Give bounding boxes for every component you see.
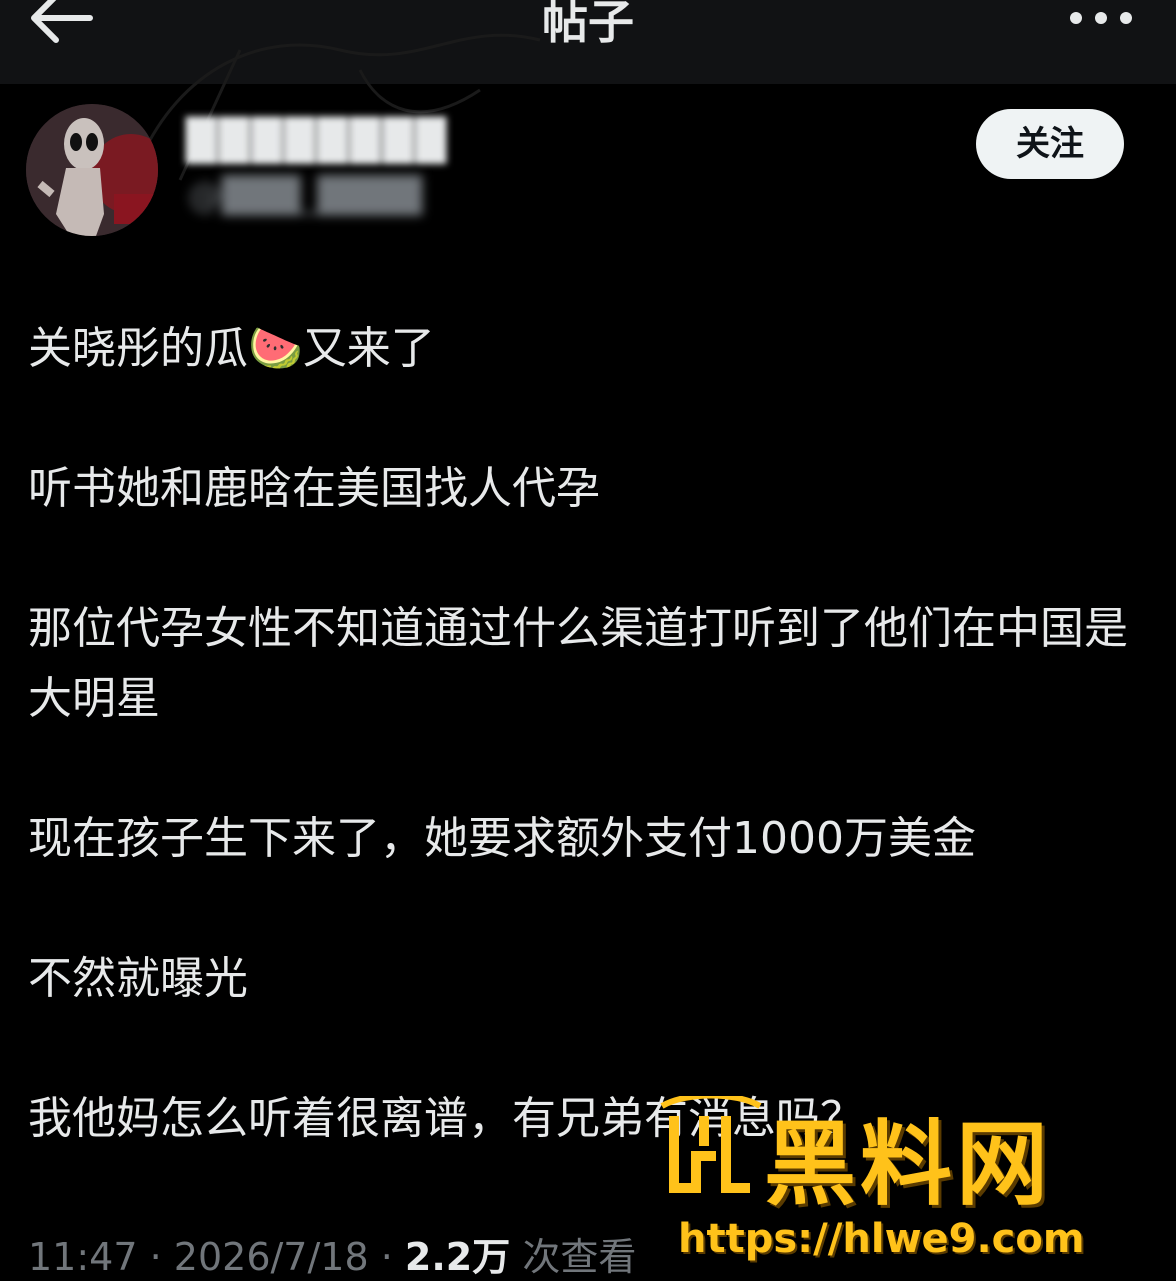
post-body: 关晓彤的瓜🍉又来了 听书她和鹿晗在美国找人代孕 那位代孕女性不知道通过什么渠道打…	[28, 314, 1158, 1224]
post-date: 2026/7/18	[173, 1235, 369, 1279]
meta-separator: ·	[380, 1235, 393, 1279]
views-label: 次查看	[522, 1235, 637, 1279]
post-time: 11:47	[28, 1235, 138, 1279]
views-count[interactable]: 2.2万	[405, 1235, 510, 1279]
avatar[interactable]	[26, 104, 158, 236]
post-paragraph: 听书她和鹿晗在美国找人代孕	[28, 463, 600, 514]
more-options-icon[interactable]	[1066, 4, 1136, 34]
avatar-image	[26, 104, 158, 236]
watermark: 黑料网 https://hlwe9.com	[656, 1096, 1156, 1280]
post-paragraph: 关晓彤的瓜🍉又来了	[28, 323, 435, 374]
watermark-url: https://hlwe9.com	[678, 1216, 1085, 1262]
post-paragraph: 那位代孕女性不知道通过什么渠道打听到了他们在中国是大明星	[28, 603, 1128, 724]
handle-redacted: @███_████	[188, 176, 423, 216]
post-paragraph: 不然就曝光	[28, 953, 248, 1004]
watermark-title: 黑料网	[764, 1111, 1053, 1218]
follow-button[interactable]: 关注	[976, 109, 1124, 179]
display-name-redacted: ████████	[186, 118, 449, 164]
post-paragraph: 现在孩子生下来了，她要求额外支付1000万美金	[28, 813, 976, 864]
post-meta: 11:47 · 2026/7/18 · 2.2万 次查看	[28, 1226, 636, 1281]
meta-separator: ·	[149, 1235, 162, 1279]
watermark-logo	[660, 1096, 762, 1193]
